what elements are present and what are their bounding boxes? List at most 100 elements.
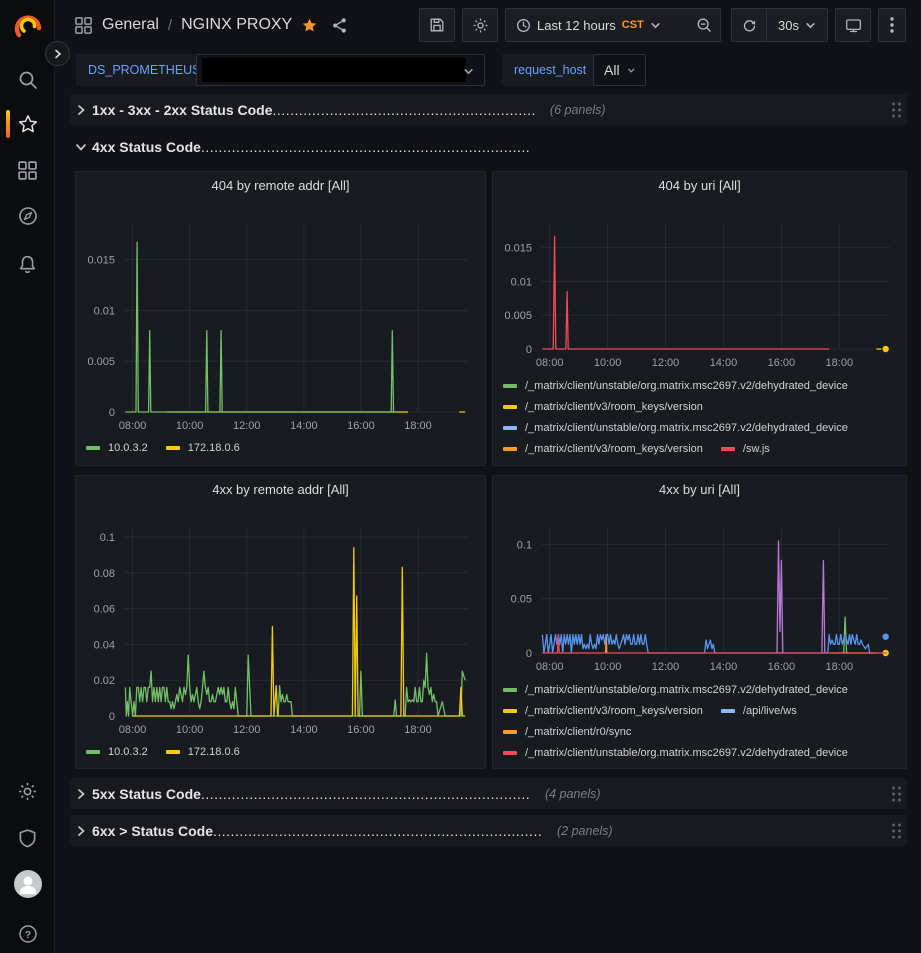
variable-label-ds-prometheus: DS_PROMETHEUS — [76, 54, 213, 86]
sidebar-alerting[interactable] — [0, 246, 55, 282]
refresh-button[interactable] — [731, 8, 767, 42]
refresh-interval-picker[interactable]: 30s — [766, 8, 828, 42]
row-panel-count: (2 panels) — [557, 824, 613, 838]
save-dashboard-button[interactable] — [419, 8, 455, 42]
svg-text:0.015: 0.015 — [504, 243, 532, 255]
search-icon — [17, 69, 39, 91]
sidebar-settings[interactable] — [0, 773, 55, 809]
time-range-picker[interactable]: Last 12 hours CST — [505, 8, 689, 42]
settings-gear-icon — [472, 17, 489, 34]
svg-text:14:00: 14:00 — [290, 724, 318, 736]
legend-item[interactable]: /api/live/ws — [721, 705, 797, 717]
panel-404-by-uri: 404 by uri [All] 00.0050.010.01508:0010:… — [492, 171, 907, 466]
legend-item[interactable]: /_matrix/client/unstable/org.matrix.msc2… — [503, 422, 848, 434]
timeseries-chart[interactable]: 00.020.040.060.080.108:0010:0012:0014:00… — [76, 528, 486, 745]
dashboard-settings-button[interactable] — [462, 8, 498, 42]
legend-item[interactable]: /_matrix/client/v3/room_keys/version — [503, 443, 703, 455]
settings-gear-icon — [17, 781, 38, 802]
svg-text:0.005: 0.005 — [87, 356, 115, 368]
favorite-star-icon[interactable] — [301, 17, 318, 34]
row-drag-handle[interactable] — [892, 823, 901, 838]
grafana-logo-icon — [12, 10, 44, 42]
sidebar-search[interactable] — [0, 62, 55, 98]
breadcrumb-section[interactable]: General — [102, 16, 159, 34]
row-drag-handle[interactable] — [892, 786, 901, 801]
row-drag-handle[interactable] — [892, 102, 901, 117]
svg-text:12:00: 12:00 — [652, 357, 680, 369]
row-header-5xx[interactable]: 5xx Status Code ........................… — [70, 778, 907, 809]
svg-text:14:00: 14:00 — [710, 357, 738, 369]
more-options-button[interactable] — [878, 8, 906, 42]
top-navigation: General / NGINX PROXY Last 12 hours CST … — [55, 0, 921, 50]
legend-swatch — [86, 750, 100, 754]
refresh-icon — [742, 18, 757, 33]
series-line — [777, 541, 825, 653]
panel-title[interactable]: 404 by remote addr [All] — [76, 178, 485, 193]
legend-swatch — [503, 384, 517, 388]
svg-text:08:00: 08:00 — [119, 724, 147, 736]
sidebar-expand-button[interactable] — [45, 41, 70, 66]
panel-title[interactable]: 4xx by remote addr [All] — [76, 482, 485, 497]
dashboards-grid-icon — [17, 160, 38, 181]
legend-item[interactable]: /_matrix/client/v3/room_keys/version — [503, 401, 703, 413]
legend-item[interactable]: 10.0.3.2 — [86, 442, 148, 454]
timeseries-chart[interactable]: 00.0050.010.01508:0010:0012:0014:0016:00… — [493, 224, 907, 378]
legend-item[interactable]: /_matrix/client/unstable/org.matrix.msc2… — [503, 747, 848, 759]
legend-item[interactable]: /_matrix/client/unstable/org.matrix.msc2… — [503, 684, 848, 696]
breadcrumb-separator: / — [168, 17, 172, 34]
grafana-logo[interactable] — [12, 10, 44, 42]
svg-text:16:00: 16:00 — [347, 420, 375, 432]
sidebar-help[interactable]: ? — [0, 916, 55, 952]
row-title: 5xx Status Code — [92, 786, 201, 802]
legend-label: /api/live/ws — [743, 705, 797, 717]
legend-item[interactable]: /_matrix/client/unstable/org.matrix.msc2… — [503, 380, 848, 392]
legend-item[interactable]: 10.0.3.2 — [86, 746, 148, 758]
row-header-6xx[interactable]: 6xx > Status Code ......................… — [70, 815, 907, 846]
chevron-down-icon — [627, 65, 635, 76]
legend-swatch — [503, 426, 517, 430]
sidebar-profile[interactable] — [0, 866, 55, 902]
svg-text:?: ? — [24, 929, 30, 941]
series-line — [125, 653, 465, 716]
legend-label: /_matrix/client/v3/room_keys/version — [525, 401, 703, 413]
row-header-1xx-3xx-2xx[interactable]: 1xx - 3xx - 2xx Status Code ............… — [70, 94, 907, 125]
timeseries-chart[interactable]: 00.050.108:0010:0012:0014:0016:0018:00 — [493, 528, 907, 682]
sidebar-admin[interactable] — [0, 820, 55, 856]
legend-item[interactable]: 172.18.0.6 — [166, 442, 240, 454]
svg-text:0.005: 0.005 — [504, 310, 532, 322]
panel-title[interactable]: 4xx by uri [All] — [493, 482, 906, 497]
legend-swatch — [503, 730, 517, 734]
row-header-4xx[interactable]: 4xx Status Code ........................… — [70, 133, 907, 161]
admin-shield-icon — [17, 828, 38, 849]
share-icon[interactable] — [331, 17, 348, 34]
chevron-down-icon — [805, 20, 816, 31]
sidebar-explore[interactable] — [0, 198, 55, 234]
tv-monitor-icon — [845, 17, 862, 34]
timeseries-chart[interactable]: 00.0050.010.01508:0010:0012:0014:0016:00… — [76, 224, 486, 441]
legend-item[interactable]: 172.18.0.6 — [166, 746, 240, 758]
legend-label: 172.18.0.6 — [188, 442, 240, 454]
variable-value-ds-prometheus[interactable] — [196, 54, 485, 86]
panel-title[interactable]: 404 by uri [All] — [493, 178, 906, 193]
explore-compass-icon — [17, 205, 39, 227]
legend-item[interactable]: /sw.js — [721, 443, 770, 455]
svg-text:10:00: 10:00 — [594, 357, 622, 369]
breadcrumb-dashboard-title[interactable]: NGINX PROXY — [181, 16, 292, 34]
svg-text:0.04: 0.04 — [94, 639, 115, 651]
chevron-right-icon — [75, 788, 87, 800]
svg-text:0: 0 — [109, 407, 115, 419]
zoom-out-time-button[interactable] — [688, 8, 721, 42]
tv-mode-button[interactable] — [835, 8, 871, 42]
timezone-label: CST — [622, 19, 644, 31]
sidebar-dashboards[interactable] — [0, 152, 55, 188]
help-icon: ? — [17, 923, 39, 945]
sidebar-starred[interactable] — [0, 106, 55, 142]
legend-item[interactable]: /_matrix/client/r0/sync — [503, 726, 631, 738]
chevron-down-icon — [75, 141, 87, 153]
svg-text:0.01: 0.01 — [94, 305, 115, 317]
star-icon — [17, 113, 39, 135]
row-title-dots: ........................................… — [201, 786, 531, 802]
legend-item[interactable]: /_matrix/client/v3/room_keys/version — [503, 705, 703, 717]
series-line — [125, 242, 396, 412]
variable-value-request-host[interactable]: All — [593, 54, 646, 86]
